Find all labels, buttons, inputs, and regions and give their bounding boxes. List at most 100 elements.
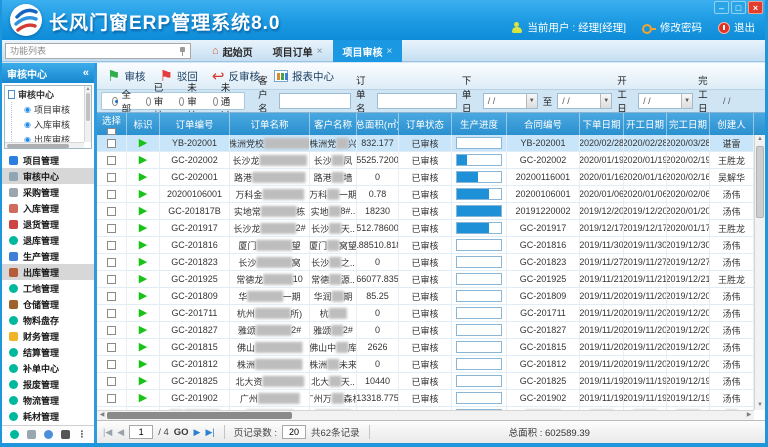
table-row-12[interactable]: ▶GC-201815佛山████████佛山中██库2626已审核GC-2018… — [97, 339, 765, 356]
order-date-end-input[interactable]: / / ▼ — [557, 93, 612, 109]
table-row-5[interactable]: ▶GC-201917长沙龙██████2#长沙██天..8512.78600..… — [97, 220, 765, 237]
tree-vertical-scrollbar[interactable]: ▲ — [84, 86, 91, 142]
row-checkbox[interactable] — [107, 190, 116, 199]
table-row-11[interactable]: ▶GC-201827雅颂██████2#雅颂██2#0已审核GC-2018272… — [97, 322, 765, 339]
dropdown-icon[interactable]: ▼ — [600, 94, 611, 108]
row-checkbox[interactable] — [107, 258, 116, 267]
dropdown-icon[interactable]: ▼ — [526, 94, 537, 108]
table-row-4[interactable]: ▶GC-201817B实地常██████栋实地██8#..18230已审核201… — [97, 203, 765, 220]
module-reorder[interactable]: 补单中心 — [2, 360, 94, 376]
pin-icon[interactable] — [179, 47, 186, 56]
tree-root[interactable]: 审核中心 — [5, 86, 91, 102]
strip-cart-icon[interactable] — [27, 430, 36, 439]
scroll-left-icon[interactable]: ◀ — [97, 411, 107, 420]
next-page-button[interactable]: ▶ — [194, 427, 201, 438]
row-checkbox[interactable] — [107, 326, 116, 335]
module-purchase[interactable]: 采购管理 — [2, 184, 94, 200]
column-header-1[interactable]: 标识 — [127, 113, 160, 135]
module-logistics[interactable]: 物流管理 — [2, 392, 94, 408]
strip-leaf-icon[interactable] — [44, 430, 53, 439]
module-inventory[interactable]: 物料盘存 — [2, 312, 94, 328]
table-row-13[interactable]: ▶GC-201812株洲████████株洲██未来0已审核GC-2018122… — [97, 356, 765, 373]
column-header-9[interactable]: 下单日期 — [580, 113, 624, 135]
row-checkbox[interactable] — [107, 309, 116, 318]
first-page-button[interactable]: |◀ — [103, 427, 112, 438]
row-checkbox[interactable] — [107, 360, 116, 369]
close-button[interactable]: × — [748, 1, 763, 14]
table-row-0[interactable]: ▶YB-202001株洲党校████████株洲党██兴832.177已审核YB… — [97, 135, 765, 152]
table-row-10[interactable]: ▶GC-201711杭州██████所)杭███0已审核GC-201711201… — [97, 305, 765, 322]
row-checkbox[interactable] — [107, 292, 116, 301]
horizontal-scrollbar[interactable]: ◀ ▶ — [97, 410, 754, 420]
module-restock[interactable]: 退库管理 — [2, 232, 94, 248]
table-row-15[interactable]: ▶GC-201902广州███████广州万██森林13318.775已审核GC… — [97, 390, 765, 407]
tab-close-icon[interactable]: × — [387, 46, 393, 57]
page-size-input[interactable] — [282, 425, 306, 439]
scroll-up-icon[interactable]: ▲ — [755, 135, 765, 144]
column-header-2[interactable]: 订单编号 — [160, 113, 230, 135]
row-checkbox[interactable] — [107, 241, 116, 250]
select-all-checkbox[interactable] — [107, 128, 116, 135]
row-checkbox[interactable] — [107, 343, 116, 352]
strip-more-icon[interactable]: ⋮ — [78, 430, 87, 439]
tree-horizontal-scrollbar[interactable] — [5, 142, 84, 148]
horizontal-scroll-thumb[interactable] — [107, 412, 292, 419]
table-row-6[interactable]: ▶GC-201816厦门██████望厦门██窝望188510.818已审核GC… — [97, 237, 765, 254]
table-row-7[interactable]: ▶GC-201823长沙██████窝长沙██之..0已审核GC-2018232… — [97, 254, 765, 271]
table-row-3[interactable]: ▶20200106001万科金███████万科██一期0.78已审核20200… — [97, 186, 765, 203]
module-warehouse[interactable]: 仓储管理 — [2, 296, 94, 312]
strip-dot-icon[interactable] — [10, 430, 19, 439]
go-button[interactable]: GO — [174, 427, 189, 438]
maximize-button[interactable]: □ — [731, 1, 746, 14]
column-header-7[interactable]: 生产进度 — [452, 113, 507, 135]
page-number-input[interactable] — [129, 425, 153, 439]
collapse-icon[interactable]: « — [83, 67, 89, 79]
column-header-4[interactable]: 客户名称 — [310, 113, 357, 135]
module-outbound[interactable]: 出库管理 — [2, 264, 94, 280]
radio-all[interactable]: 全部 — [112, 87, 134, 115]
row-checkbox[interactable] — [107, 394, 116, 403]
module-inbound[interactable]: 入库管理 — [2, 200, 94, 216]
module-settlement[interactable]: 结算管理 — [2, 344, 94, 360]
column-header-3[interactable]: 订单名称 — [230, 113, 310, 135]
module-audit[interactable]: 审核中心 — [2, 168, 94, 184]
start-date-input[interactable]: / / ▼ — [638, 93, 693, 109]
function-list-box[interactable]: 功能列表 — [5, 43, 191, 59]
module-returns[interactable]: 退货管理 — [2, 216, 94, 232]
row-checkbox[interactable] — [107, 275, 116, 284]
row-checkbox[interactable] — [107, 139, 116, 148]
table-row-14[interactable]: ▶GC-201825北大资███████北大██天..10440已审核GC-20… — [97, 373, 765, 390]
column-header-5[interactable]: 总面积(㎡) — [357, 113, 399, 135]
row-checkbox[interactable] — [107, 207, 116, 216]
table-row-1[interactable]: ▶GC-202002长沙龙████████长沙██凤65525.7200..已审… — [97, 152, 765, 169]
table-row-9[interactable]: ▶GC-201809华██████一期华润██期85.25已审核GC-20180… — [97, 288, 765, 305]
column-header-11[interactable]: 完工日期 — [667, 113, 710, 135]
vertical-scroll-thumb[interactable] — [756, 146, 764, 218]
table-row-8[interactable]: ▶GC-201925常德龙█████10常德██源..266077.835..已… — [97, 271, 765, 288]
column-header-10[interactable]: 开工日期 — [624, 113, 667, 135]
column-header-12[interactable]: 创建人 — [710, 113, 754, 135]
tab-close-icon[interactable]: × — [317, 46, 323, 57]
scroll-down-icon[interactable]: ▼ — [755, 401, 765, 410]
change-password-button[interactable]: 修改密码 — [642, 20, 702, 35]
customer-name-input[interactable] — [279, 93, 351, 109]
tree-item-0[interactable]: ◉项目审核 — [11, 102, 91, 117]
vertical-scrollbar[interactable]: ▲ ▼ — [754, 135, 765, 410]
module-finance[interactable]: 财务管理 — [2, 328, 94, 344]
module-production[interactable]: 生产管理 — [2, 248, 94, 264]
column-header-0[interactable]: 选择 — [97, 113, 127, 135]
column-header-8[interactable]: 合同编号 — [507, 113, 580, 135]
dropdown-icon[interactable]: ▼ — [681, 94, 692, 108]
table-row-2[interactable]: ▶GC-202001路港█████████路港██墙0已审核2020011600… — [97, 169, 765, 186]
scroll-right-icon[interactable]: ▶ — [744, 411, 754, 420]
last-page-button[interactable]: ▶| — [205, 427, 214, 438]
row-checkbox[interactable] — [107, 156, 116, 165]
prev-page-button[interactable]: ◀ — [117, 427, 124, 438]
order-date-input[interactable]: / / ▼ — [483, 93, 538, 109]
order-name-input[interactable] — [377, 93, 457, 109]
module-project[interactable]: 项目管理 — [2, 152, 94, 168]
module-consumables[interactable]: 耗材管理 — [2, 408, 94, 424]
logout-button[interactable]: 退出 — [718, 20, 755, 35]
minimize-button[interactable]: – — [714, 1, 729, 14]
column-header-6[interactable]: 订单状态 — [399, 113, 452, 135]
